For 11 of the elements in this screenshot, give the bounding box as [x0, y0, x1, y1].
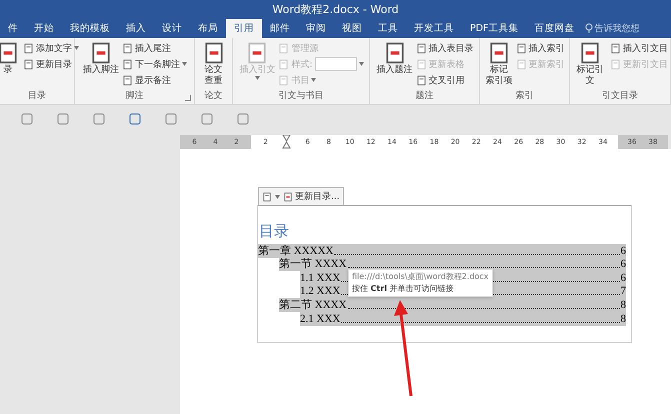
group-label: 索引 — [516, 90, 534, 103]
group-label: 目录 — [28, 90, 46, 103]
group-label: 引文与书目 — [278, 90, 324, 103]
window-title: Word教程2.docx - Word — [0, 0, 671, 18]
group-label: 论文 — [204, 90, 222, 103]
link-path: file:///d:\tools\桌面\word教程2.docx — [352, 271, 489, 283]
group-label: 引文目录 — [602, 90, 638, 103]
group-label: 脚注 — [126, 90, 144, 103]
tooltip-hint: 按住 Ctrl 并单击可访问链接 — [352, 283, 454, 295]
toc-heading: 目录 — [259, 222, 290, 241]
group-label: 题注 — [416, 90, 434, 103]
